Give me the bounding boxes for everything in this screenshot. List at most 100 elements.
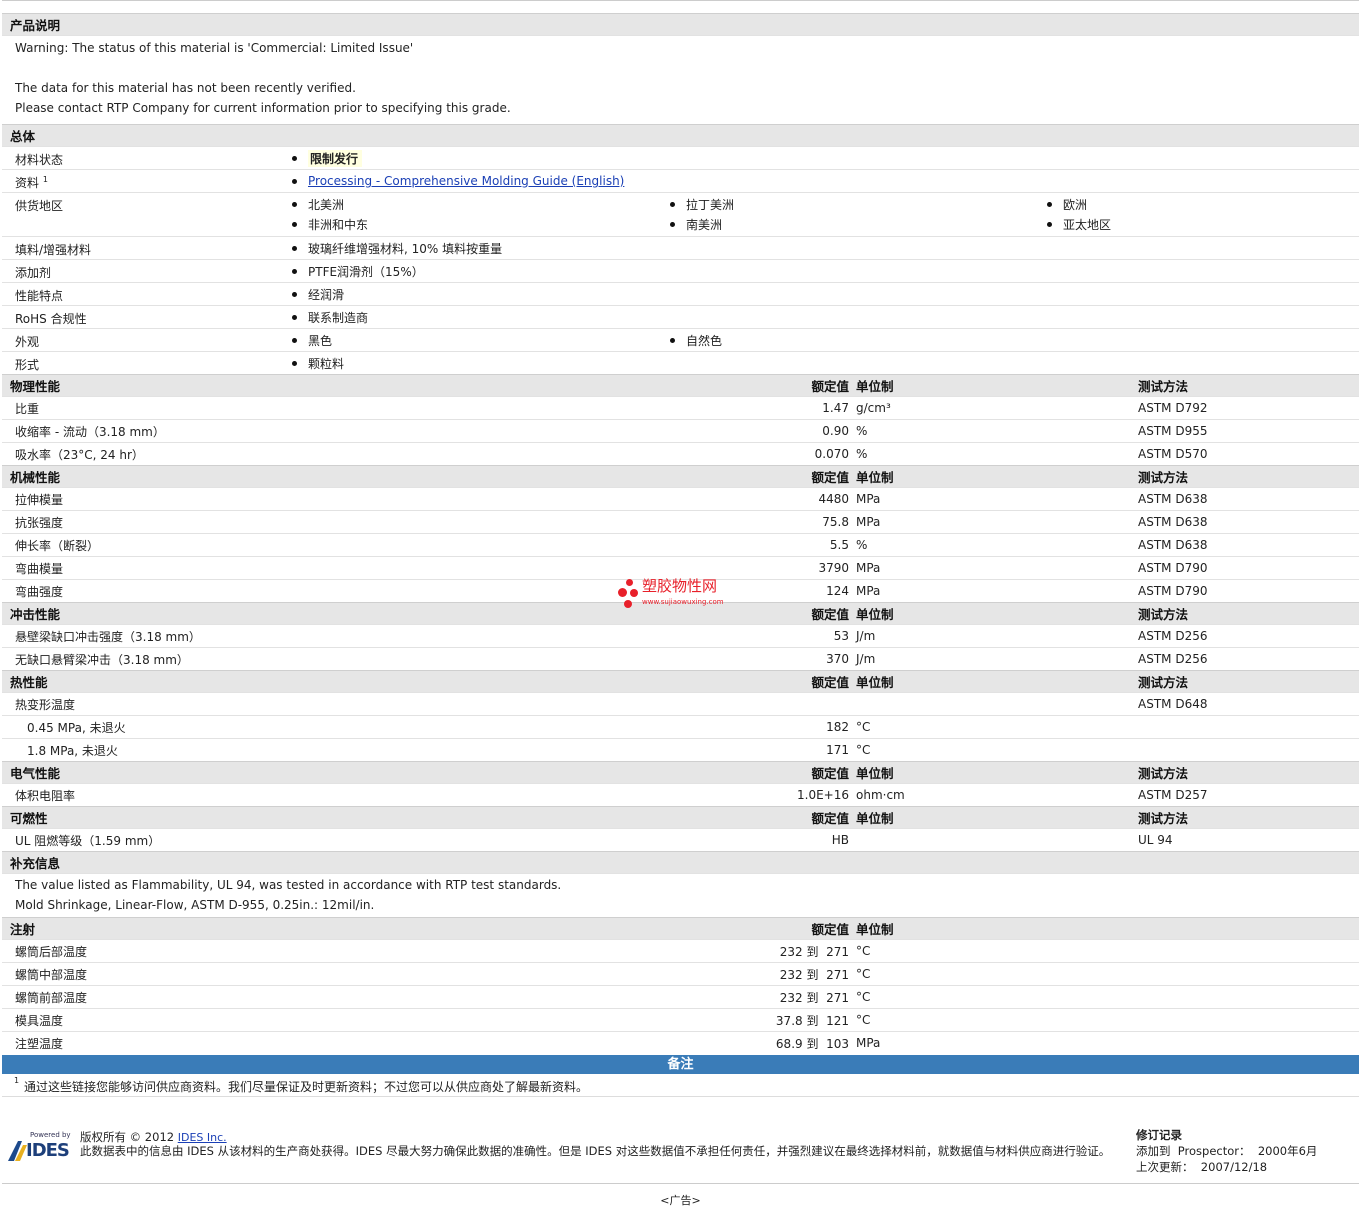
general-row-form: 形式 颗粒料 [2,351,1359,374]
row-test: ASTM D790 [1138,584,1208,598]
general-row-rohs: RoHS 合规性 联系制造商 [2,305,1359,328]
row-label: 吸水率（23°C, 24 hr） [15,447,144,462]
section-description-header: 产品说明 [2,13,1359,35]
row-label: 形式 [15,358,40,372]
logo-powered: Powered by [30,1131,71,1139]
row-label: 悬壁梁缺口冲击强度（3.18 mm） [15,629,201,644]
row-test: ASTM D648 [1138,697,1208,711]
row-test: ASTM D638 [1138,492,1208,506]
row-value: 75.8 [822,515,849,529]
ides-logo[interactable]: Powered by IDES [8,1131,72,1167]
bullet-icon [292,291,297,297]
col-header-unit: 单位制 [856,922,894,937]
bullet-icon [292,360,297,366]
bullet-icon [292,268,297,274]
row-unit: MPa [856,1036,881,1050]
section-title: 注射 [10,922,36,937]
general-row-docs: 资料 1 Processing - Comprehensive Molding … [2,169,1359,192]
row-value: 68.9 到 103 [775,1036,849,1051]
row-label: 体积电阻率 [15,788,76,803]
table-row: 0.45 MPa, 未退火 182 °C [2,715,1359,738]
col-header-test: 测试方法 [1138,470,1189,485]
region-item: 亚太地区 [1063,217,1112,232]
row-unit: % [856,538,868,552]
row-test: ASTM D790 [1138,561,1208,575]
table-row: 热变形温度 ASTM D648 [2,692,1359,715]
section-general-header: 总体 [2,124,1359,146]
bullet-icon [292,314,297,320]
row-test: ASTM D792 [1138,401,1208,415]
bullet-icon [670,337,675,343]
row-test: ASTM D256 [1138,629,1208,643]
row-label: 收缩率 - 流动（3.18 mm） [15,424,165,439]
row-label: 模具温度 [15,1013,64,1028]
row-label: 伸长率（断裂） [15,538,100,553]
description-line: The data for this material has not been … [15,81,356,95]
bullet-icon [292,201,297,207]
row-label: 螺筒中部温度 [15,967,88,982]
revision-updated: 上次更新： 2007/12/18 [1136,1160,1268,1174]
ad-label[interactable]: <广告> [2,1192,1359,1208]
row-value: 5.5 [829,538,849,552]
page-footer: Powered by IDES 版权所有 © 2012 IDES Inc. 此数… [2,1123,1359,1184]
additive-value: PTFE润滑剂（15%） [308,264,424,279]
row-label: 螺筒前部温度 [15,990,88,1005]
col-header-test: 测试方法 [1138,607,1189,622]
row-label: 注塑温度 [15,1036,64,1051]
general-row-appearance: 外观 黑色 自然色 [2,328,1359,351]
section-flammability-header: 可燃性 额定值 单位制 测试方法 [2,806,1359,828]
col-header-test: 测试方法 [1138,811,1189,826]
row-label: 资料 [15,176,40,190]
row-label: 供货地区 [15,199,64,213]
col-header-unit: 单位制 [856,379,894,394]
row-test: ASTM D570 [1138,447,1208,461]
section-mechanical-header: 机械性能 额定值 单位制 测试方法 [2,465,1359,487]
section-thermal-header: 热性能 额定值 单位制 测试方法 [2,670,1359,692]
row-unit: MPa [856,492,881,506]
footnote-marker: 1 [42,175,48,184]
general-row-features: 性能特点 经润滑 [2,282,1359,305]
row-unit: ohm·cm [856,788,905,802]
logo-text: IDES [26,1140,70,1161]
watermark-text: 塑胶物性网 [642,577,718,595]
row-label: 性能特点 [15,289,64,303]
bullet-icon [292,337,297,343]
row-value: 370 [826,652,849,666]
ides-company-link[interactable]: IDES Inc. [178,1131,227,1144]
footnote: 1 通过这些链接您能够访问供应商资料。我们尽量保证及时更新资料；不过您可以从供应… [2,1074,1359,1097]
row-unit: MPa [856,584,881,598]
row-unit: °C [856,944,871,958]
row-label: 0.45 MPa, 未退火 [27,720,126,735]
top-strip [2,0,1359,13]
section-title: 物理性能 [10,379,61,394]
region-item: 拉丁美洲 [686,197,735,212]
col-header-test: 测试方法 [1138,379,1189,394]
processing-guide-link[interactable]: Processing - Comprehensive Molding Guide… [308,174,624,188]
section-supplement-header: 补充信息 [2,851,1359,873]
row-value: 232 到 271 [779,944,849,959]
bullet-icon [292,178,297,184]
watermark-dots-icon [618,579,642,609]
row-value: 1.47 [822,401,849,415]
table-row: 螺筒前部温度 232 到 271 °C [2,985,1359,1008]
row-label: 添加剂 [15,266,52,280]
row-label: RoHS 合规性 [15,312,87,326]
section-physical-header: 物理性能 额定值 单位制 测试方法 [2,374,1359,396]
supplement-line: Mold Shrinkage, Linear-Flow, ASTM D-955,… [15,898,375,912]
col-header-value: 额定值 [811,675,849,690]
col-header-unit: 单位制 [856,470,894,485]
row-label: 螺筒后部温度 [15,944,88,959]
region-item: 南美洲 [686,217,723,232]
general-row-regions: 供货地区 北美洲 拉丁美洲 欧洲 非洲和中东 南美洲 亚太地区 [2,192,1359,236]
region-item: 非洲和中东 [308,217,369,232]
table-row: 悬壁梁缺口冲击强度（3.18 mm） 53 J/m ASTM D256 [2,624,1359,647]
row-value: 4480 [818,492,849,506]
supplement-block: The value listed as Flammability, UL 94,… [2,873,1359,917]
row-unit: °C [856,743,871,757]
section-title: 可燃性 [10,811,48,826]
table-row: 无缺口悬臂梁冲击（3.18 mm） 370 J/m ASTM D256 [2,647,1359,670]
col-header-unit: 单位制 [856,607,894,622]
description-line: Warning: The status of this material is … [15,41,414,55]
row-label: 1.8 MPa, 未退火 [27,743,118,758]
row-test: ASTM D256 [1138,652,1208,666]
